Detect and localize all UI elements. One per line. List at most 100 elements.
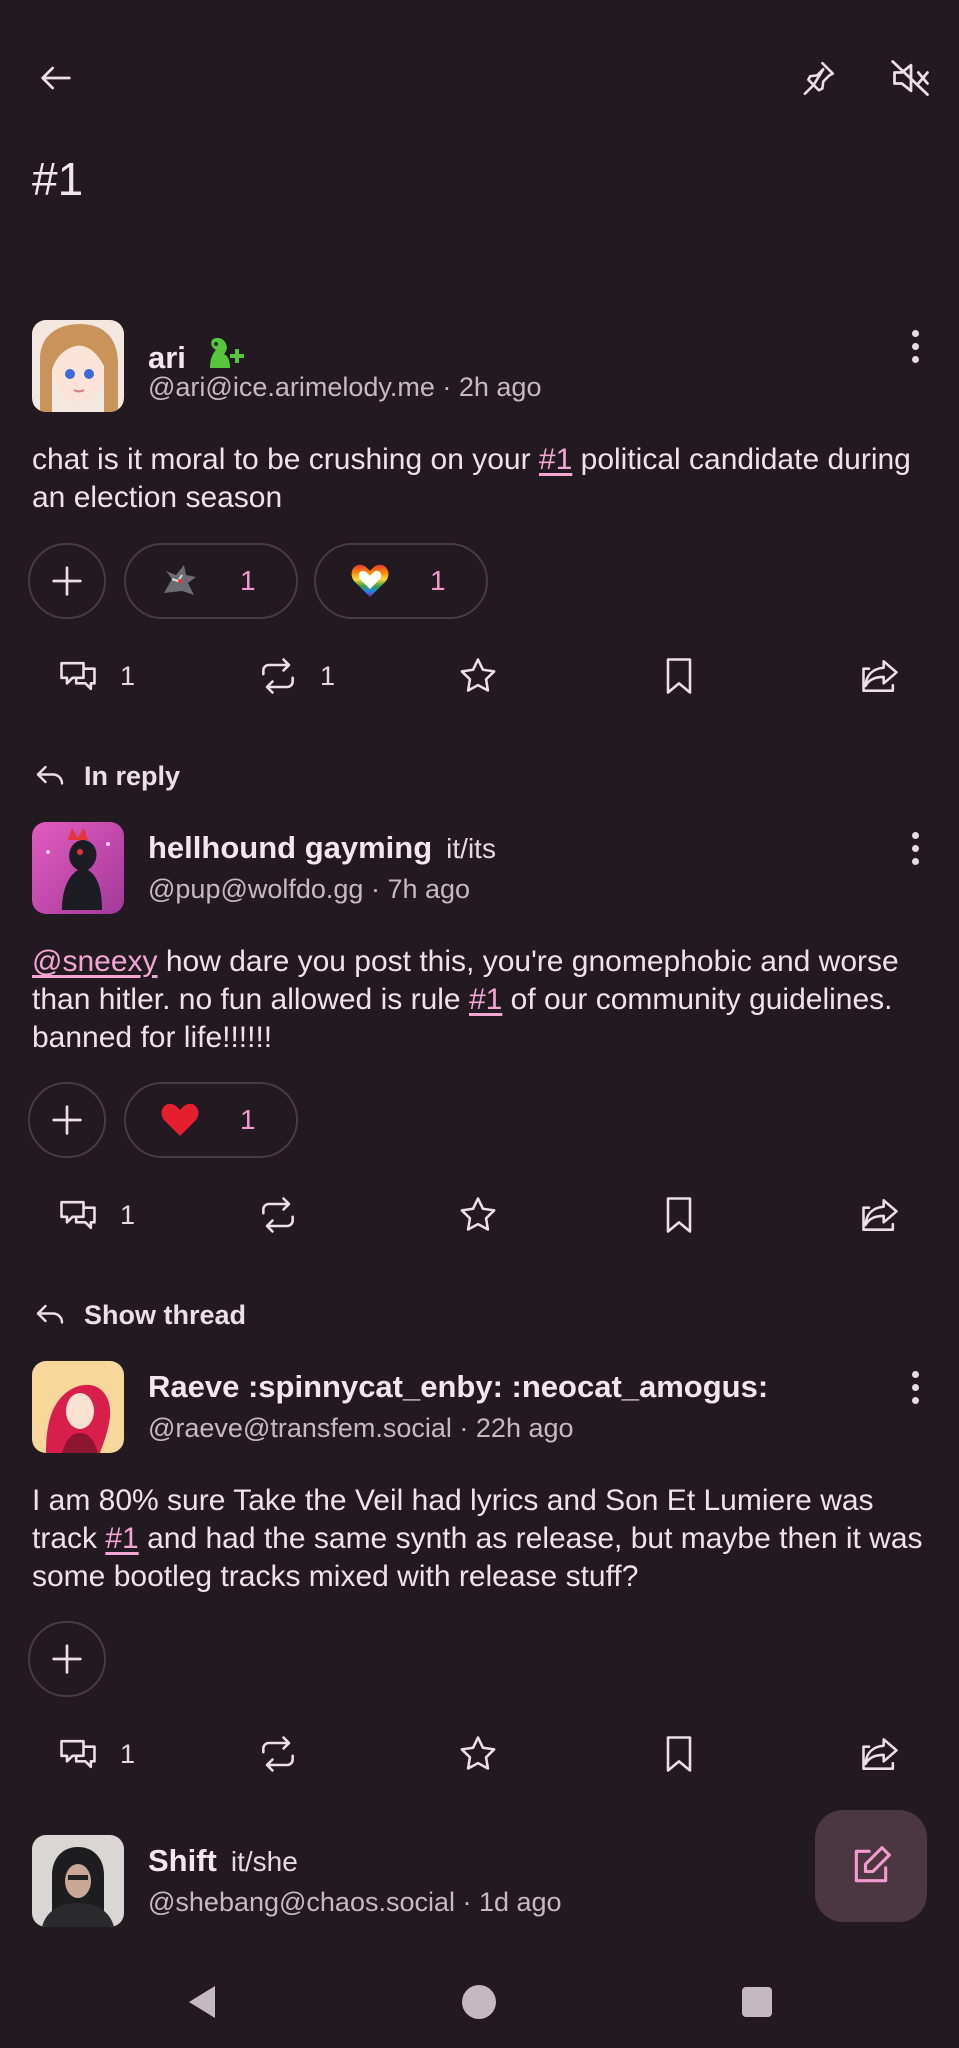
reaction-chip[interactable]: 1: [314, 543, 488, 619]
share-button[interactable]: [858, 1732, 902, 1776]
plus-icon: [52, 566, 82, 596]
avatar[interactable]: [32, 320, 124, 412]
boost-button[interactable]: [256, 1732, 300, 1776]
bookmark-button[interactable]: [657, 1193, 701, 1237]
circle-home-icon: [462, 1985, 496, 2019]
system-navigation-bar: [0, 1960, 959, 2048]
author-line: hellhound gayming it/its: [148, 830, 496, 866]
author-handle: @raeve@transfem.social · 22h ago: [148, 1413, 574, 1443]
reply-arrow-icon: [36, 1304, 64, 1324]
reply-count: 1: [120, 660, 136, 691]
in-reply-label[interactable]: In reply: [32, 758, 180, 794]
share-button[interactable]: [858, 1193, 902, 1237]
star-icon: [460, 658, 496, 692]
post-content: chat is it moral to be crushing on your …: [32, 441, 932, 517]
hashtag-link[interactable]: #1: [469, 983, 502, 1016]
reply-button[interactable]: 1: [56, 1193, 135, 1237]
avatar[interactable]: [32, 822, 124, 914]
back-button[interactable]: [30, 52, 82, 104]
author-pronouns: it/its: [446, 833, 496, 864]
author-name[interactable]: hellhound gayming: [148, 830, 432, 866]
nav-recents-button[interactable]: [733, 1978, 781, 2026]
green-dino-plus-emoji: [200, 334, 244, 374]
favourite-button[interactable]: [456, 654, 500, 698]
post-actions: 1: [0, 1724, 959, 1784]
reply-count: 1: [120, 1199, 136, 1230]
add-reaction-button[interactable]: [28, 1621, 106, 1697]
share-icon: [862, 660, 898, 692]
bookmark-button[interactable]: [657, 654, 701, 698]
share-icon: [862, 1738, 898, 1770]
reaction-count: 1: [430, 565, 446, 596]
nav-home-button[interactable]: [455, 1978, 503, 2026]
show-thread-label[interactable]: Show thread: [32, 1297, 246, 1333]
post-text: chat is it moral to be crushing on your: [32, 443, 539, 476]
author-line: ari: [148, 328, 244, 376]
bookmark-icon: [666, 1736, 692, 1772]
boost-button[interactable]: 1: [256, 654, 335, 698]
post-menu-button[interactable]: [900, 326, 930, 366]
share-icon: [862, 1199, 898, 1231]
boost-button[interactable]: [256, 1193, 300, 1237]
compose-button[interactable]: [815, 1810, 927, 1922]
share-button[interactable]: [858, 654, 902, 698]
avatar[interactable]: [32, 1835, 124, 1927]
rainbow-heart-emoji: [351, 564, 389, 597]
repeat-icon: [262, 1197, 294, 1233]
post-content: @sneexy how dare you post this, you're g…: [32, 943, 932, 1057]
speaker-muted-icon: [891, 60, 929, 96]
compose-icon: [854, 1846, 891, 1883]
comments-icon: [60, 661, 96, 691]
post-text: and had the same synth as release, but m…: [32, 1522, 923, 1593]
reaction-count: 1: [240, 565, 256, 596]
page-title: #1: [32, 153, 84, 205]
author-handle: @pup@wolfdo.gg · 7h ago: [148, 874, 471, 904]
favourite-button[interactable]: [456, 1732, 500, 1776]
post-menu-button[interactable]: [900, 1367, 930, 1407]
author-handle: @ari@ice.arimelody.me · 2h ago: [148, 372, 542, 402]
bookmark-icon: [666, 658, 692, 694]
context-label: In reply: [84, 760, 181, 791]
star-icon: [460, 1197, 496, 1231]
reaction-chip[interactable]: 1: [124, 1082, 298, 1158]
mention-link[interactable]: @sneexy: [32, 945, 158, 978]
bookmark-icon: [666, 1197, 692, 1233]
dragon-emoji: [164, 565, 196, 595]
post-content: I am 80% sure Take the Veil had lyrics a…: [32, 1482, 932, 1596]
avatar[interactable]: [32, 1361, 124, 1453]
post-actions: 1 1: [0, 646, 959, 706]
reply-button[interactable]: 1: [56, 654, 135, 698]
triangle-back-icon: [189, 1986, 215, 2018]
add-reaction-button[interactable]: [28, 543, 106, 619]
add-reaction-button[interactable]: [28, 1082, 106, 1158]
reply-count: 1: [120, 1738, 136, 1769]
hashtag-link[interactable]: #1: [105, 1522, 138, 1555]
hashtag-link[interactable]: #1: [539, 443, 572, 476]
author-pronouns: it/she: [230, 1846, 298, 1877]
pin-button[interactable]: [790, 50, 846, 106]
boost-count: 1: [320, 660, 336, 691]
square-recents-icon: [742, 1987, 772, 2017]
arrow-left-icon: [41, 66, 71, 90]
reply-arrow-icon: [36, 765, 64, 785]
reaction-count: 1: [240, 1104, 256, 1135]
reply-button[interactable]: 1: [56, 1732, 135, 1776]
author-line: Raeve :spinnycat_enby: :neocat_amogus:: [148, 1369, 768, 1405]
context-label: Show thread: [84, 1299, 247, 1330]
mute-button[interactable]: [882, 50, 940, 106]
post-menu-button[interactable]: [900, 828, 930, 868]
nav-back-button[interactable]: [178, 1978, 226, 2026]
red-heart-emoji: [161, 1103, 199, 1136]
author-handle: @shebang@chaos.social · 1d ago: [148, 1887, 562, 1917]
author-name[interactable]: ari: [148, 340, 186, 376]
favourite-button[interactable]: [456, 1193, 500, 1237]
author-name[interactable]: Shift: [148, 1843, 217, 1879]
plus-icon: [52, 1105, 82, 1135]
author-line: Shift it/she: [148, 1843, 298, 1879]
comments-icon: [60, 1200, 96, 1230]
author-name[interactable]: Raeve :spinnycat_enby: :neocat_amogus:: [148, 1369, 768, 1405]
reaction-chip[interactable]: 1: [124, 543, 298, 619]
repeat-icon: [262, 658, 294, 694]
bookmark-button[interactable]: [657, 1732, 701, 1776]
post-actions: 1: [0, 1185, 959, 1245]
